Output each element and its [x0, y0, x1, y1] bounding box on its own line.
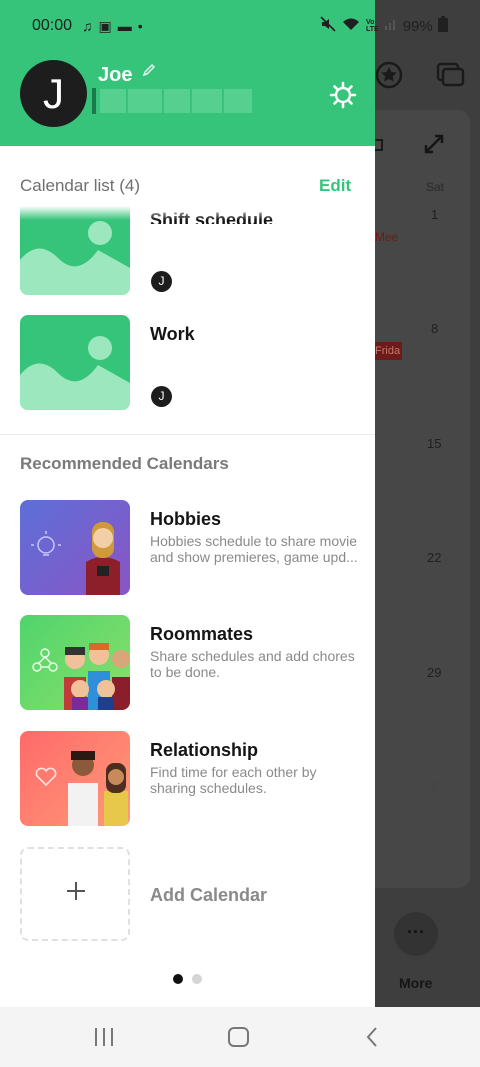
side-drawer: 00:00 ♫ ▣ ▬ • J Joe Calendar list (4) Ed…	[0, 0, 375, 1007]
date-number: 22	[427, 550, 442, 565]
page-indicator-active	[173, 974, 183, 984]
date-number: 1	[431, 207, 439, 222]
star-icon	[374, 60, 404, 90]
plus-icon	[65, 880, 87, 902]
weekday-label: Sat	[426, 180, 445, 194]
mute-icon	[320, 16, 336, 36]
recent-apps-icon[interactable]	[90, 1025, 118, 1049]
image-icon: ▣	[98, 17, 112, 34]
wifi-icon	[341, 16, 361, 36]
edit-button[interactable]: Edit	[319, 176, 351, 196]
status-time: 00:00	[32, 17, 73, 34]
more-label: More	[399, 975, 433, 991]
expand-icon	[423, 133, 445, 155]
user-avatar[interactable]: J	[20, 60, 87, 127]
event-label: Mee	[375, 230, 399, 244]
image-placeholder-icon	[20, 315, 130, 410]
member-avatar: J	[151, 386, 172, 407]
recommended-title: Roommates	[150, 624, 254, 644]
chat-icon	[434, 60, 465, 90]
recommended-title: Hobbies	[150, 509, 222, 529]
user-id-redacted	[92, 82, 254, 120]
system-nav-bar	[0, 1007, 480, 1067]
date-number: 15	[427, 436, 442, 451]
recommended-description: Hobbies schedule to share movie and show…	[150, 533, 358, 565]
image-placeholder-icon	[20, 200, 130, 295]
calendar-title: Work	[150, 324, 195, 344]
gear-icon[interactable]	[328, 80, 358, 110]
volte-icon: Vo LTE	[366, 19, 379, 33]
divider	[0, 434, 375, 435]
bed-icon: ▬	[117, 17, 132, 34]
battery-icon	[437, 16, 448, 36]
home-icon[interactable]	[225, 1025, 253, 1049]
recommended-heading: Recommended Calendars	[20, 454, 229, 473]
recommended-title: Relationship	[150, 740, 259, 760]
add-calendar-label: Add Calendar	[150, 885, 268, 905]
battery-percent: 99%	[402, 17, 433, 35]
dot-icon: •	[137, 17, 143, 34]
more-button: ···	[394, 912, 438, 956]
event-label: Frida	[372, 342, 402, 360]
date-number: 6	[431, 779, 439, 794]
back-icon[interactable]	[360, 1025, 388, 1049]
member-avatar: J	[151, 271, 172, 292]
recommended-description: Find time for each other by sharing sche…	[150, 764, 317, 796]
date-number: 29	[427, 665, 442, 680]
notification-icons: ♫ ▣ ▬ •	[82, 18, 143, 35]
relationship-illustration	[20, 731, 130, 826]
hobbies-illustration	[20, 500, 130, 595]
date-number: 8	[431, 321, 439, 336]
status-right: Vo LTE 99%	[320, 14, 448, 38]
recommended-description: Share schedules and add chores to be don…	[150, 648, 355, 680]
signal-icon	[384, 17, 398, 35]
music-icon: ♫	[82, 17, 93, 34]
roommates-illustration	[20, 615, 130, 710]
page-indicator	[192, 974, 202, 984]
calendar-list-heading: Calendar list (4)	[20, 176, 140, 195]
pencil-icon[interactable]	[141, 62, 157, 78]
status-bar: 00:00 ♫ ▣ ▬ •	[0, 0, 375, 52]
calendar-title: Shift schedule	[150, 210, 274, 224]
